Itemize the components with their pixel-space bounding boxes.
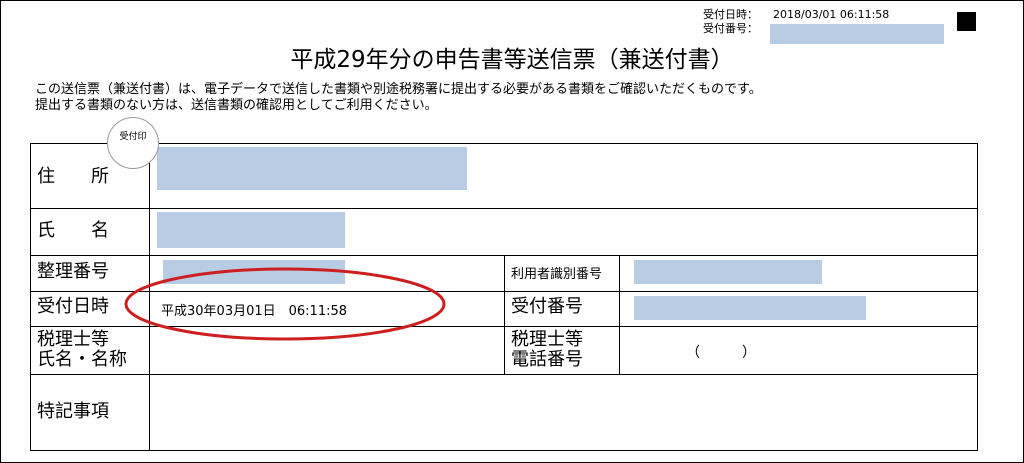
receipt-number-label: 受付番号：: [703, 22, 758, 35]
intro-text: この送信票（兼送付書）は、電子データで送信した書類や別途税務署に提出する必要があ…: [35, 82, 762, 114]
receipt-stamp-label: 受付印: [119, 132, 147, 142]
marker-square: [957, 12, 976, 31]
tax-accountant-label-1: 税理士等: [37, 329, 109, 350]
name-redaction: [157, 212, 345, 248]
phone-label-1: 税理士等: [511, 329, 583, 350]
address-label: 住 所: [37, 166, 109, 187]
user-id-redaction: [634, 260, 822, 284]
receipt-datetime-label: 受付日時：: [703, 8, 758, 21]
recv-number-label: 受付番号: [511, 296, 583, 317]
intro-line-1: この送信票（兼送付書）は、電子データで送信した書類や別途税務署に提出する必要があ…: [35, 82, 762, 97]
recv-number-redaction: [634, 296, 866, 320]
name-label: 氏 名: [37, 220, 109, 241]
notes-label: 特記事項: [37, 401, 109, 422]
address-redaction: [157, 147, 467, 190]
row-divider: [31, 208, 977, 209]
phone-label-2: 電話番号: [511, 349, 583, 370]
page-title: 平成29年分の申告書等送信票（兼送付書）: [290, 47, 734, 73]
ref-number-label: 整理番号: [37, 261, 109, 282]
receipt-stamp-circle: 受付印: [107, 117, 159, 169]
intro-line-2: 提出する書類のない方は、送信書類の確認用としてご利用ください。: [35, 98, 438, 113]
col-divider: [504, 255, 505, 374]
user-id-label: 利用者識別番号: [511, 267, 603, 282]
highlight-ellipse: [124, 267, 446, 341]
receipt-datetime-value: 2018/03/01 06:11:58: [773, 8, 890, 21]
row-divider: [31, 374, 977, 375]
tax-accountant-label-2: 氏名・名称: [37, 349, 127, 370]
recv-datetime-label: 受付日時: [37, 296, 109, 317]
phone-parens: （ ）: [686, 345, 756, 361]
col-divider: [619, 255, 620, 374]
